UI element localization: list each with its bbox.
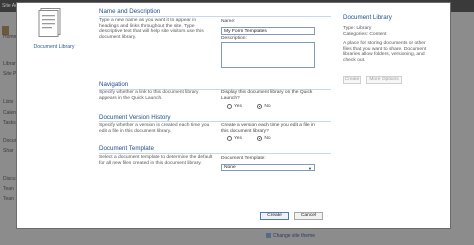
side-panel-description: A place for storing documents or other f… <box>343 41 427 63</box>
navigation-yes-label: Yes <box>234 104 242 109</box>
section-divider <box>99 16 331 17</box>
more-options-button[interactable]: More Options <box>366 76 402 84</box>
navigation-yes-option[interactable]: Yes <box>227 104 242 109</box>
name-label: Name: <box>221 19 236 24</box>
section-divider <box>99 153 331 154</box>
section-desc-navigation: Specify whether a link to this document … <box>99 90 199 101</box>
background-item: Tean <box>3 196 14 202</box>
navigation-no-label: No <box>264 104 271 109</box>
description-label: Description: <box>221 36 247 41</box>
background-item: Shar <box>3 148 14 154</box>
create-library-dialog: Document Library Name and Description Ty… <box>16 2 451 229</box>
versioning-yes-option[interactable]: Yes <box>227 136 242 141</box>
template-select[interactable]: None ▼ <box>221 164 315 171</box>
name-input[interactable] <box>221 27 315 35</box>
section-title-template: Document Template <box>99 145 154 152</box>
change-site-theme-label: Change site theme <box>273 233 315 239</box>
radio-button[interactable] <box>227 136 232 141</box>
side-panel-title: Document Library <box>343 14 392 21</box>
background-item: Tean <box>3 186 14 192</box>
radio-button[interactable] <box>257 136 263 141</box>
side-create-button[interactable]: Create <box>343 76 361 84</box>
section-title-navigation: Navigation <box>99 81 129 88</box>
background-item: Calen <box>3 110 17 116</box>
side-panel-categories: Categories: Content <box>343 31 387 37</box>
versioning-no-label: No <box>264 136 271 141</box>
navigation-question: Display this document library on the Qui… <box>221 90 313 101</box>
section-divider <box>99 121 331 122</box>
radio-button[interactable] <box>227 104 232 109</box>
versioning-yes-label: Yes <box>234 136 242 141</box>
section-desc-template: Select a document template to determine … <box>99 155 213 166</box>
versioning-no-option[interactable]: No <box>257 136 271 141</box>
change-site-theme-link: Change site theme <box>266 233 315 239</box>
radio-button[interactable] <box>257 104 263 109</box>
document-library-caption: Document Library <box>33 44 75 50</box>
document-library-icon <box>38 8 61 37</box>
template-label: Document Template: <box>221 156 266 161</box>
section-desc-name: Type a new name as you want it to appear… <box>99 18 204 40</box>
background-item: Tasks <box>3 120 16 126</box>
background-item: Discu <box>3 176 16 182</box>
section-title-versioning: Document Version History <box>99 114 171 121</box>
cancel-button[interactable]: Cancel <box>294 212 323 220</box>
create-button[interactable]: Create <box>260 212 289 220</box>
navigation-radio-group: Yes No <box>227 104 285 111</box>
template-select-value: None <box>224 165 236 170</box>
theme-icon <box>266 233 271 238</box>
background-item: Home <box>3 34 17 40</box>
section-desc-versioning: Specify whether a version is created eac… <box>99 123 210 134</box>
versioning-question: Create a version each time you edit a fi… <box>221 123 315 134</box>
versioning-radio-group: Yes No <box>227 136 285 143</box>
background-item: Lists <box>3 99 14 105</box>
navigation-no-option[interactable]: No <box>257 104 271 109</box>
section-title-name: Name and Description <box>99 8 161 15</box>
description-input[interactable] <box>221 42 315 68</box>
chevron-down-icon: ▼ <box>308 166 312 171</box>
